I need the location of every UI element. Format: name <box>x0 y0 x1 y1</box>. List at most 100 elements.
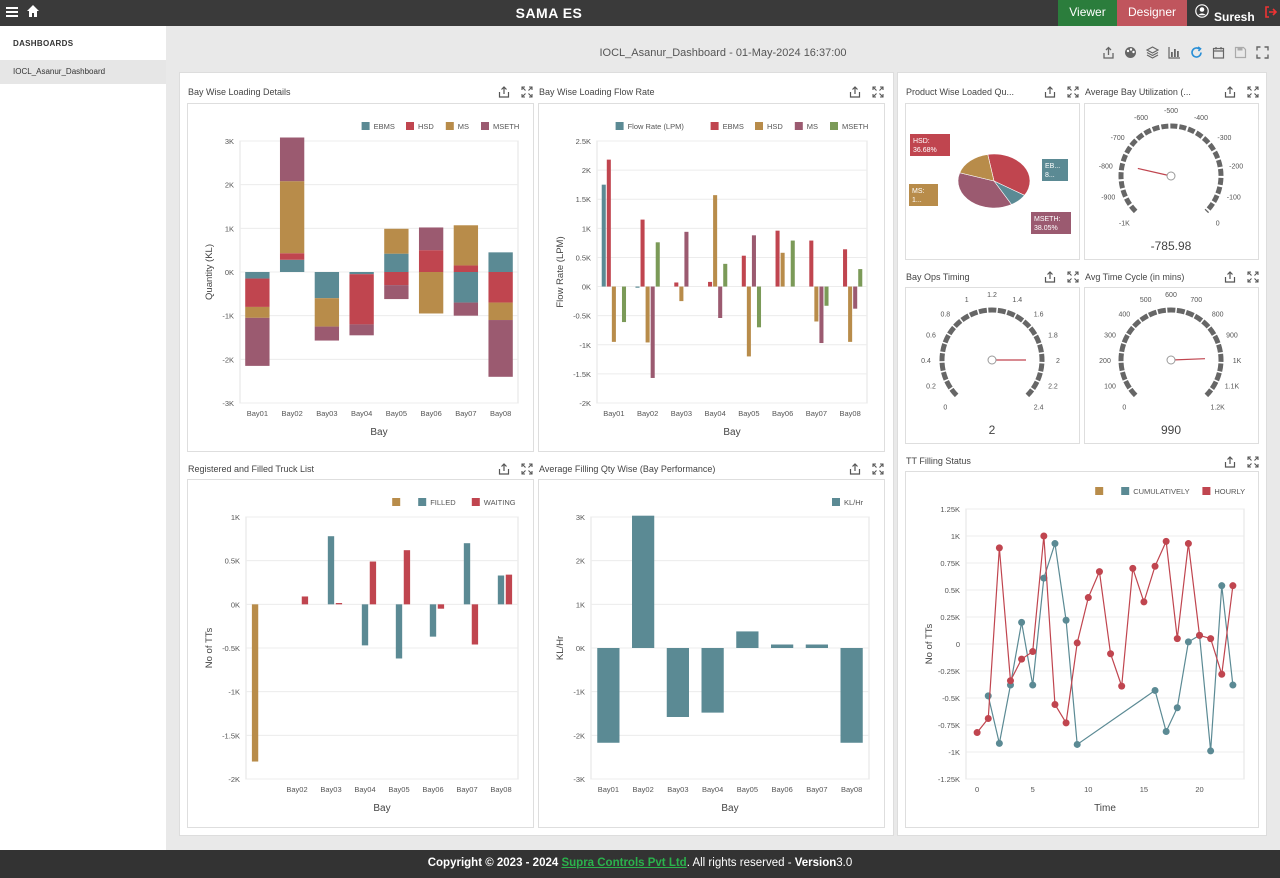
bar <box>245 278 270 307</box>
widget-expand-icon[interactable] <box>1247 270 1259 283</box>
palette-icon[interactable] <box>1124 46 1138 60</box>
refresh-icon[interactable] <box>1190 46 1204 60</box>
data-point <box>1184 540 1192 548</box>
widget-expand-icon[interactable] <box>521 85 533 98</box>
widget-export-icon[interactable] <box>849 85 861 98</box>
gauge-hub <box>1166 355 1176 365</box>
legend-swatch <box>615 122 624 130</box>
bar <box>384 253 409 272</box>
widget-title-bay-ops: Bay Ops Timing <box>906 272 970 282</box>
y-tick-label: -1K <box>228 688 240 697</box>
viewer-button[interactable]: Viewer <box>1058 0 1117 26</box>
bar <box>723 263 728 287</box>
company-link[interactable]: Supra Controls Pvt Ltd <box>561 857 686 869</box>
widget-export-icon[interactable] <box>849 462 861 475</box>
bar <box>674 282 679 287</box>
gauge-tick-label: 1.8 <box>1048 333 1058 340</box>
designer-button[interactable]: Designer <box>1117 0 1187 26</box>
gauge-tick-label: 600 <box>1165 292 1177 299</box>
widget-title-avg-time: Avg Time Cycle (in mins) <box>1085 272 1185 282</box>
y-tick-label: -0.5K <box>222 644 240 653</box>
widget-export-icon[interactable] <box>1044 270 1056 283</box>
fullscreen-icon[interactable] <box>1256 46 1270 60</box>
data-point <box>1018 618 1026 626</box>
x-tick-label: Bay02 <box>281 409 302 418</box>
widget-export-icon[interactable] <box>1224 270 1236 283</box>
widget-export-icon[interactable] <box>1224 455 1236 468</box>
legend-swatch <box>445 122 454 130</box>
data-point <box>1140 598 1148 606</box>
data-point <box>1018 655 1026 663</box>
data-point <box>1196 631 1204 639</box>
x-tick-label: Bay07 <box>456 785 477 794</box>
x-tick-label: Bay08 <box>841 785 862 794</box>
save-icon[interactable] <box>1234 46 1248 60</box>
x-tick-label: Bay02 <box>637 409 658 418</box>
y-tick-label: -0.5K <box>573 312 591 321</box>
x-axis-title: Bay <box>370 427 387 438</box>
x-axis-title: Bay <box>373 803 390 814</box>
bar <box>635 286 640 288</box>
widget-export-icon[interactable] <box>498 85 510 98</box>
bar <box>488 272 513 303</box>
bar <box>853 286 858 309</box>
data-point <box>1073 740 1081 748</box>
widget-expand-icon[interactable] <box>1247 85 1259 98</box>
bar <box>708 281 713 287</box>
bar <box>403 550 411 605</box>
y-tick-label: 1K <box>225 224 234 233</box>
y-tick-label: -1K <box>222 312 234 321</box>
widget-expand-icon[interactable] <box>521 462 533 475</box>
bar <box>349 324 374 336</box>
bar <box>314 298 340 327</box>
widget-expand-icon[interactable] <box>1247 455 1259 468</box>
user-menu[interactable]: Suresh <box>1188 0 1280 26</box>
widget-expand-icon[interactable] <box>872 462 884 475</box>
y-tick-label: -2K <box>222 355 234 364</box>
export-icon[interactable] <box>1102 46 1116 60</box>
gauge-tick-label: 2.2 <box>1048 383 1058 390</box>
widget-expand-icon[interactable] <box>1067 85 1079 98</box>
gauge-tick-label: 400 <box>1118 311 1130 318</box>
bar <box>840 648 863 743</box>
gauge-value: -785.98 <box>1151 239 1192 253</box>
bar <box>453 302 479 316</box>
widget-export-icon[interactable] <box>1224 85 1236 98</box>
bar <box>384 228 409 254</box>
widget-expand-icon[interactable] <box>1067 270 1079 283</box>
layers-icon[interactable] <box>1145 46 1160 60</box>
gauge-tick-label: 800 <box>1212 311 1224 318</box>
data-point <box>1151 686 1159 694</box>
data-point <box>995 544 1003 552</box>
y-tick-label: -1K <box>573 688 585 697</box>
calendar-icon[interactable] <box>1212 46 1226 60</box>
y-tick-label: 0K <box>582 283 591 292</box>
bar <box>453 265 479 272</box>
x-tick-label: Bay04 <box>702 785 723 794</box>
logout-icon[interactable] <box>1264 5 1278 19</box>
widget-export-icon[interactable] <box>498 462 510 475</box>
y-tick-label: 2K <box>576 557 585 566</box>
gauge-tick-label: 300 <box>1104 333 1116 340</box>
bar <box>679 286 684 302</box>
widget-export-icon[interactable] <box>1044 85 1056 98</box>
x-tick-label: Bay07 <box>806 409 827 418</box>
y-tick-label: 0.75K <box>940 559 960 568</box>
data-point <box>1073 639 1081 647</box>
legend-swatch <box>755 122 763 130</box>
data-point <box>1084 594 1092 602</box>
pie-label: EB... <box>1045 163 1060 170</box>
data-point <box>1051 700 1059 708</box>
x-tick-label: 15 <box>1140 785 1148 794</box>
x-tick-label: Bay08 <box>839 409 860 418</box>
bar <box>814 286 819 322</box>
x-tick-label: Bay06 <box>771 785 792 794</box>
data-point <box>973 729 981 737</box>
widget-expand-icon[interactable] <box>872 85 884 98</box>
bar <box>314 272 340 299</box>
sidebar-item-dashboard[interactable]: IOCL_Asanur_Dashboard <box>0 60 166 84</box>
chart-icon[interactable] <box>1168 46 1182 60</box>
legend-label: MSETH <box>493 122 519 131</box>
legend-label: EBMS <box>723 122 744 131</box>
y-tick-label: 1K <box>231 513 240 522</box>
